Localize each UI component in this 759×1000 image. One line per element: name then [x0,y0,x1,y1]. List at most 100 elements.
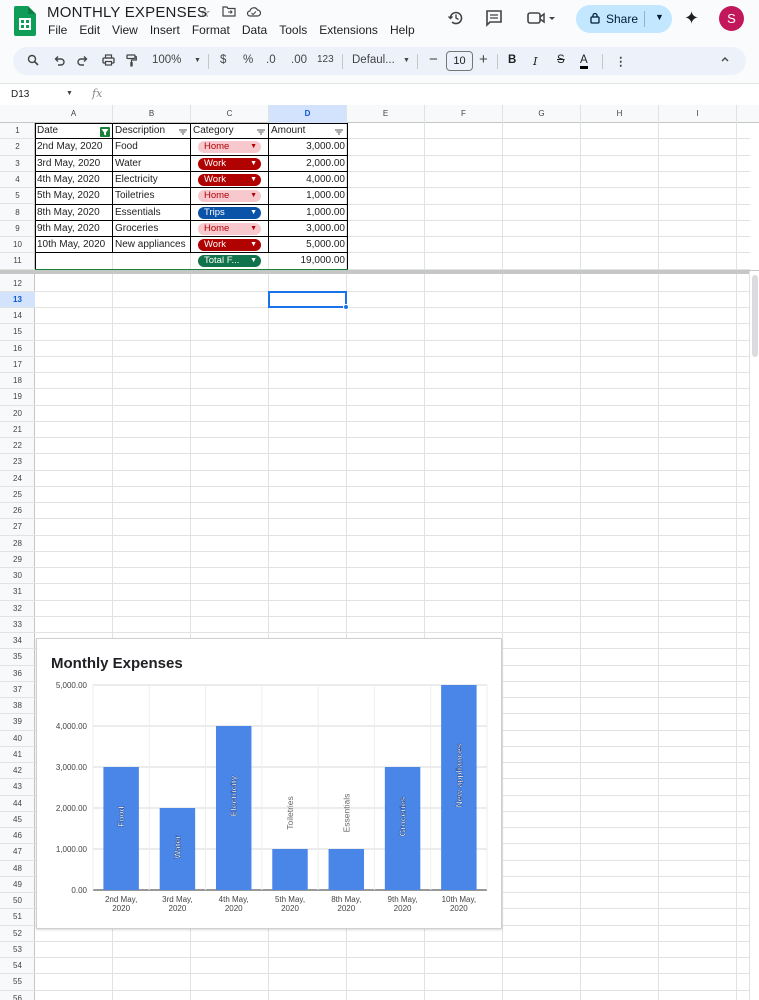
row-header-43[interactable]: 43 [0,779,35,796]
row-header-24[interactable]: 24 [0,471,35,487]
selected-cell[interactable] [268,290,347,309]
row-header-46[interactable]: 46 [0,828,35,845]
row-header-17[interactable]: 17 [0,357,35,374]
column-header-d[interactable]: D [269,105,347,123]
row-header-31[interactable]: 31 [0,584,35,601]
percent-format-button[interactable]: % [243,54,253,66]
row-header-21[interactable]: 21 [0,422,35,439]
move-folder-icon[interactable] [222,5,236,20]
row-header-56[interactable]: 56 [0,991,35,1000]
row-header-52[interactable]: 52 [0,926,35,942]
share-button[interactable]: Share ▼ [576,5,672,33]
row-header-54[interactable]: 54 [0,958,35,975]
menu-data[interactable]: Data [236,23,273,37]
row-header-9[interactable]: 9 [0,221,35,238]
fill-handle[interactable] [343,304,349,311]
print-icon[interactable] [102,54,115,69]
freeze-divider[interactable] [0,270,759,274]
zoom-select[interactable]: 100% [152,54,181,66]
row-header-44[interactable]: 44 [0,796,35,812]
row-header-45[interactable]: 45 [0,812,35,829]
row-header-32[interactable]: 32 [0,601,35,617]
row-header-8[interactable]: 8 [0,205,35,221]
star-icon[interactable]: ☆ [199,5,211,21]
row-header-20[interactable]: 20 [0,406,35,422]
font-select[interactable]: Defaul... [352,54,395,66]
row-header-4[interactable]: 4 [0,172,35,189]
row-header-23[interactable]: 23 [0,454,35,471]
increase-decimal-button[interactable]: .00 [291,54,307,66]
comments-icon[interactable] [485,9,503,32]
row-header-53[interactable]: 53 [0,942,35,959]
column-header-b[interactable]: B [113,105,191,123]
name-box[interactable]: D13 [11,89,29,100]
row-header-37[interactable]: 37 [0,682,35,699]
row-header-10[interactable]: 10 [0,237,35,254]
row-header-14[interactable]: 14 [0,308,35,325]
currency-format-button[interactable]: $ [220,54,226,66]
row-header-49[interactable]: 49 [0,877,35,894]
row-header-28[interactable]: 28 [0,536,35,552]
strikethrough-button[interactable]: S [557,54,565,66]
row-header-42[interactable]: 42 [0,763,35,780]
column-header-e[interactable]: E [347,105,425,123]
decrease-font-size-button[interactable]: − [429,51,438,68]
row-header-2[interactable]: 2 [0,139,35,156]
undo-icon[interactable] [53,54,65,69]
row-header-27[interactable]: 27 [0,519,35,536]
paint-format-icon[interactable] [126,54,137,70]
column-header-g[interactable]: G [503,105,581,123]
more-options-icon[interactable]: ⋮ [615,54,627,68]
vertical-scrollbar-thumb[interactable] [752,275,758,357]
decrease-decimal-button[interactable]: .0 [266,54,276,66]
row-header-19[interactable]: 19 [0,389,35,406]
row-header-16[interactable]: 16 [0,341,35,357]
row-header-29[interactable]: 29 [0,552,35,569]
row-header-55[interactable]: 55 [0,974,35,991]
text-color-button[interactable]: A [580,54,588,69]
meet-icon[interactable] [527,9,557,32]
row-header-40[interactable]: 40 [0,731,35,747]
row-header-39[interactable]: 39 [0,714,35,731]
version-history-icon[interactable] [447,9,465,32]
gemini-icon[interactable]: ✦ [684,8,699,29]
row-header-41[interactable]: 41 [0,747,35,764]
row-header-13[interactable]: 13 [0,291,35,309]
row-header-26[interactable]: 26 [0,503,35,520]
row-header-15[interactable]: 15 [0,324,35,341]
column-header-h[interactable]: H [581,105,659,123]
italic-button[interactable]: I [533,54,538,68]
row-header-35[interactable]: 35 [0,649,35,666]
row-header-51[interactable]: 51 [0,909,35,926]
vertical-scrollbar[interactable] [749,271,759,1000]
zoom-dropdown-icon[interactable]: ▼ [194,57,201,64]
row-header-47[interactable]: 47 [0,844,35,861]
share-dropdown-icon[interactable]: ▼ [655,12,664,22]
row-header-48[interactable]: 48 [0,861,35,877]
row-header-1[interactable]: 1 [0,123,35,140]
menu-file[interactable]: File [42,23,73,37]
menu-tools[interactable]: Tools [273,23,313,37]
cloud-status-icon[interactable] [246,5,262,20]
redo-icon[interactable] [77,54,89,69]
increase-font-size-button[interactable]: + [479,51,488,68]
bar-chart[interactable]: Monthly Expenses 0.00 1,000.00 2,000.00 3,00… [36,638,502,929]
more-formats-button[interactable]: 123 [317,54,334,65]
sheets-logo-icon[interactable] [14,6,36,36]
row-header-18[interactable]: 18 [0,373,35,390]
menu-view[interactable]: View [106,23,144,37]
row-header-36[interactable]: 36 [0,666,35,682]
row-header-25[interactable]: 25 [0,487,35,504]
row-header-22[interactable]: 22 [0,438,35,455]
row-header-33[interactable]: 33 [0,617,35,634]
row-header-38[interactable]: 38 [0,698,35,715]
row-header-30[interactable]: 30 [0,568,35,585]
document-title[interactable]: MONTHLY EXPENSES [47,4,207,21]
row-header-5[interactable]: 5 [0,188,35,205]
menu-edit[interactable]: Edit [73,23,106,37]
column-header-f[interactable]: F [425,105,503,123]
menu-format[interactable]: Format [186,23,236,37]
bold-button[interactable]: B [508,54,516,66]
row-header-50[interactable]: 50 [0,893,35,910]
row-header-34[interactable]: 34 [0,633,35,650]
